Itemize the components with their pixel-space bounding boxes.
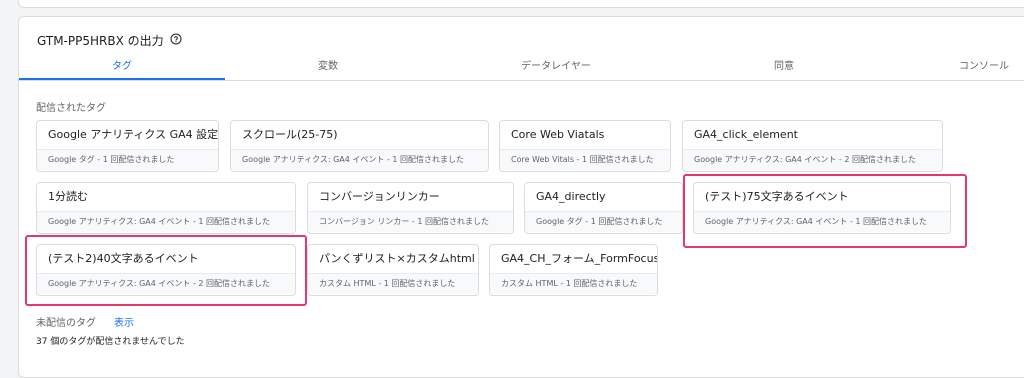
fired-tags-heading: 配信されたタグ	[36, 103, 106, 114]
unfired-count-text: 37 個のタグが配信されませんでした	[36, 337, 185, 347]
tag-card[interactable]: GA4_directly Google タグ - 1 回配信されました	[524, 182, 683, 234]
tag-detail: カスタム HTML - 1 回配信されました	[308, 273, 478, 294]
tag-card[interactable]: パンくずリスト×カスタムhtml カスタム HTML - 1 回配信されました	[307, 244, 479, 296]
tab-bar-divider	[19, 80, 1024, 81]
tag-card[interactable]: (テスト)75文字あるイベント Google アナリティクス: GA4 イベント…	[693, 182, 951, 234]
tag-card[interactable]: (テスト2)40文字あるイベント Google アナリティクス: GA4 イベン…	[36, 244, 296, 296]
tag-name: GA4_click_element	[694, 128, 798, 141]
tag-detail: カスタム HTML - 1 回配信されました	[490, 273, 657, 294]
tag-name: (テスト2)40文字あるイベント	[48, 252, 199, 265]
tag-card[interactable]: スクロール(25-75) Google アナリティクス: GA4 イベント - …	[230, 120, 489, 172]
tab-console[interactable]: コンソール	[959, 57, 1024, 81]
tab-bar: タグ 変数 データレイヤー 同意 コンソール	[19, 57, 1024, 81]
tag-card[interactable]: GA4_CH_フォーム_FormFocus カスタム HTML - 1 回配信さ…	[489, 244, 658, 296]
show-unfired-link[interactable]: 表示	[114, 314, 134, 329]
tab-consent[interactable]: 同意	[681, 57, 887, 81]
tag-name: GA4_directly	[536, 190, 606, 203]
tag-name: コンバージョンリンカー	[319, 190, 440, 203]
tag-detail: Google アナリティクス: GA4 イベント - 1 回配信されました	[231, 149, 488, 170]
unfired-tags-row: 未配信のタグ 表示	[36, 314, 134, 329]
tag-detail: Google アナリティクス: GA4 イベント - 2 回配信されました	[37, 273, 295, 294]
tab-variables[interactable]: 変数	[225, 57, 431, 81]
tag-card[interactable]: GA4_click_element Google アナリティクス: GA4 イベ…	[682, 120, 943, 172]
tag-name: スクロール(25-75)	[242, 128, 338, 141]
tag-card[interactable]: コンバージョンリンカー コンバージョン リンカー - 1 回配信されました	[307, 182, 514, 234]
unfired-tags-heading: 未配信のタグ	[36, 318, 96, 329]
tag-detail: Google タグ - 1 回配信されました	[37, 149, 218, 170]
tag-card[interactable]: 1分読む Google アナリティクス: GA4 イベント - 1 回配信されま…	[36, 182, 296, 234]
tag-name: 1分読む	[48, 190, 88, 203]
tag-name: GA4_CH_フォーム_FormFocus	[501, 252, 658, 265]
tag-name: パンくずリスト×カスタムhtml	[319, 252, 475, 265]
tag-card[interactable]: Google アナリティクス GA4 設定 Google タグ - 1 回配信さ…	[36, 120, 219, 172]
tag-name: (テスト)75文字あるイベント	[705, 190, 849, 203]
tag-detail: コンバージョン リンカー - 1 回配信されました	[308, 211, 513, 232]
tab-datalayer[interactable]: データレイヤー	[431, 57, 681, 81]
output-panel: GTM-PP5HRBX の出力 タグ 変数 データレイヤー 同意 コンソール 配…	[18, 16, 1024, 378]
tag-detail: Google アナリティクス: GA4 イベント - 1 回配信されました	[694, 211, 950, 232]
tag-detail: Google アナリティクス: GA4 イベント - 1 回配信されました	[37, 211, 295, 232]
tag-detail: Core Web Vitals - 1 回配信されました	[500, 149, 670, 170]
panel-title: GTM-PP5HRBX の出力	[37, 33, 164, 48]
panel-header: GTM-PP5HRBX の出力	[37, 30, 182, 50]
help-circle-icon[interactable]	[170, 33, 182, 48]
tag-card[interactable]: Core Web Viatals Core Web Vitals - 1 回配信…	[499, 120, 671, 172]
previous-panel	[18, 0, 1024, 8]
tag-detail: Google タグ - 1 回配信されました	[525, 211, 682, 232]
tag-name: Core Web Viatals	[511, 128, 605, 141]
tag-detail: Google アナリティクス: GA4 イベント - 2 回配信されました	[683, 149, 942, 170]
tag-name: Google アナリティクス GA4 設定	[48, 128, 219, 141]
